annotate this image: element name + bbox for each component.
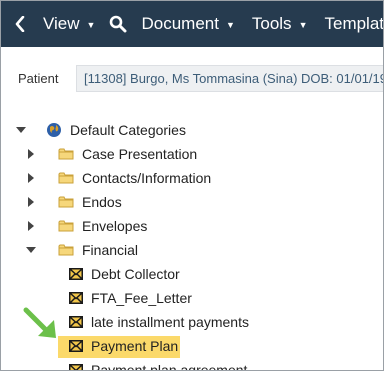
document-menu-label: Document bbox=[141, 14, 219, 33]
patient-label: Patient bbox=[18, 71, 59, 86]
expand-caret-right-icon[interactable] bbox=[25, 220, 37, 232]
tree-document[interactable]: Debt Collector bbox=[69, 262, 180, 286]
caret-down-icon: ▼ bbox=[298, 20, 308, 30]
tree-folder[interactable]: Financial bbox=[26, 238, 139, 262]
envelope-icon bbox=[69, 316, 83, 328]
tree-folder[interactable]: Envelopes bbox=[28, 214, 148, 238]
caret-down-icon: ▼ bbox=[225, 20, 235, 30]
caret-down-icon: ▼ bbox=[86, 20, 96, 30]
expand-caret-right-icon[interactable] bbox=[25, 196, 37, 208]
expand-caret-right-icon[interactable] bbox=[25, 148, 37, 160]
envelope-icon bbox=[69, 340, 83, 352]
tree-document[interactable]: late installment payments bbox=[69, 310, 249, 334]
document-menu[interactable]: Document ▼ bbox=[141, 1, 234, 47]
tree-node-label: FTA_Fee_Letter bbox=[91, 290, 192, 306]
tree-node-label: Default Categories bbox=[70, 122, 186, 138]
search-icon bbox=[110, 15, 127, 33]
expand-caret-down-icon[interactable] bbox=[15, 124, 27, 136]
tree-node-label: Contacts/Information bbox=[82, 170, 212, 186]
tree-node-label: late installment payments bbox=[91, 314, 249, 330]
tree-node-label: Payment plan agreement bbox=[91, 362, 248, 371]
tree-folder[interactable]: Contacts/Information bbox=[28, 166, 212, 190]
view-menu-label: View bbox=[43, 14, 80, 33]
tree-node-label: Debt Collector bbox=[91, 266, 180, 282]
search-button[interactable] bbox=[109, 1, 127, 47]
folder-icon bbox=[58, 243, 74, 257]
tree-document[interactable]: Payment plan agreement bbox=[69, 358, 248, 371]
tree-folder[interactable]: Case Presentation bbox=[28, 142, 198, 166]
expand-caret-down-icon[interactable] bbox=[25, 244, 37, 256]
document-window: View ▼ Document ▼ Tools ▼ Templates Pati… bbox=[0, 0, 384, 371]
tree-node-label: Financial bbox=[82, 242, 139, 258]
chevron-left-icon bbox=[15, 16, 25, 32]
folder-icon bbox=[58, 219, 74, 233]
envelope-icon bbox=[69, 268, 83, 280]
tree-folder[interactable]: Endos bbox=[28, 190, 122, 214]
view-menu[interactable]: View ▼ bbox=[43, 1, 95, 47]
patient-row: Patient [11308] Burgo, Ms Tommasina (Sin… bbox=[1, 47, 383, 111]
tree-document-selected[interactable]: Payment Plan bbox=[69, 334, 178, 358]
green-arrow-icon bbox=[23, 307, 56, 338]
expand-caret-right-icon[interactable] bbox=[25, 172, 37, 184]
templates-menu[interactable]: Templates bbox=[324, 1, 384, 47]
templates-menu-label: Templates bbox=[324, 14, 384, 33]
back-button[interactable] bbox=[15, 1, 25, 47]
tree-node-label: Endos bbox=[82, 194, 122, 210]
folder-icon bbox=[58, 171, 74, 185]
tools-menu[interactable]: Tools ▼ bbox=[252, 1, 308, 47]
tree-root-default-categories[interactable]: Default Categories bbox=[16, 118, 186, 142]
envelope-icon bbox=[69, 364, 83, 370]
envelope-icon bbox=[69, 292, 83, 304]
tree-document[interactable]: FTA_Fee_Letter bbox=[69, 286, 192, 310]
folder-icon bbox=[58, 147, 74, 161]
globe-icon bbox=[46, 122, 62, 138]
tree-node-label: Envelopes bbox=[82, 218, 148, 234]
folder-icon bbox=[58, 195, 74, 209]
tree-node-label: Case Presentation bbox=[82, 146, 198, 162]
patient-field[interactable]: [11308] Burgo, Ms Tommasina (Sina) DOB: … bbox=[76, 65, 383, 92]
toolbar: View ▼ Document ▼ Tools ▼ Templates bbox=[1, 1, 384, 47]
tools-menu-label: Tools bbox=[251, 14, 292, 33]
tree-node-label: Payment Plan bbox=[91, 338, 179, 354]
